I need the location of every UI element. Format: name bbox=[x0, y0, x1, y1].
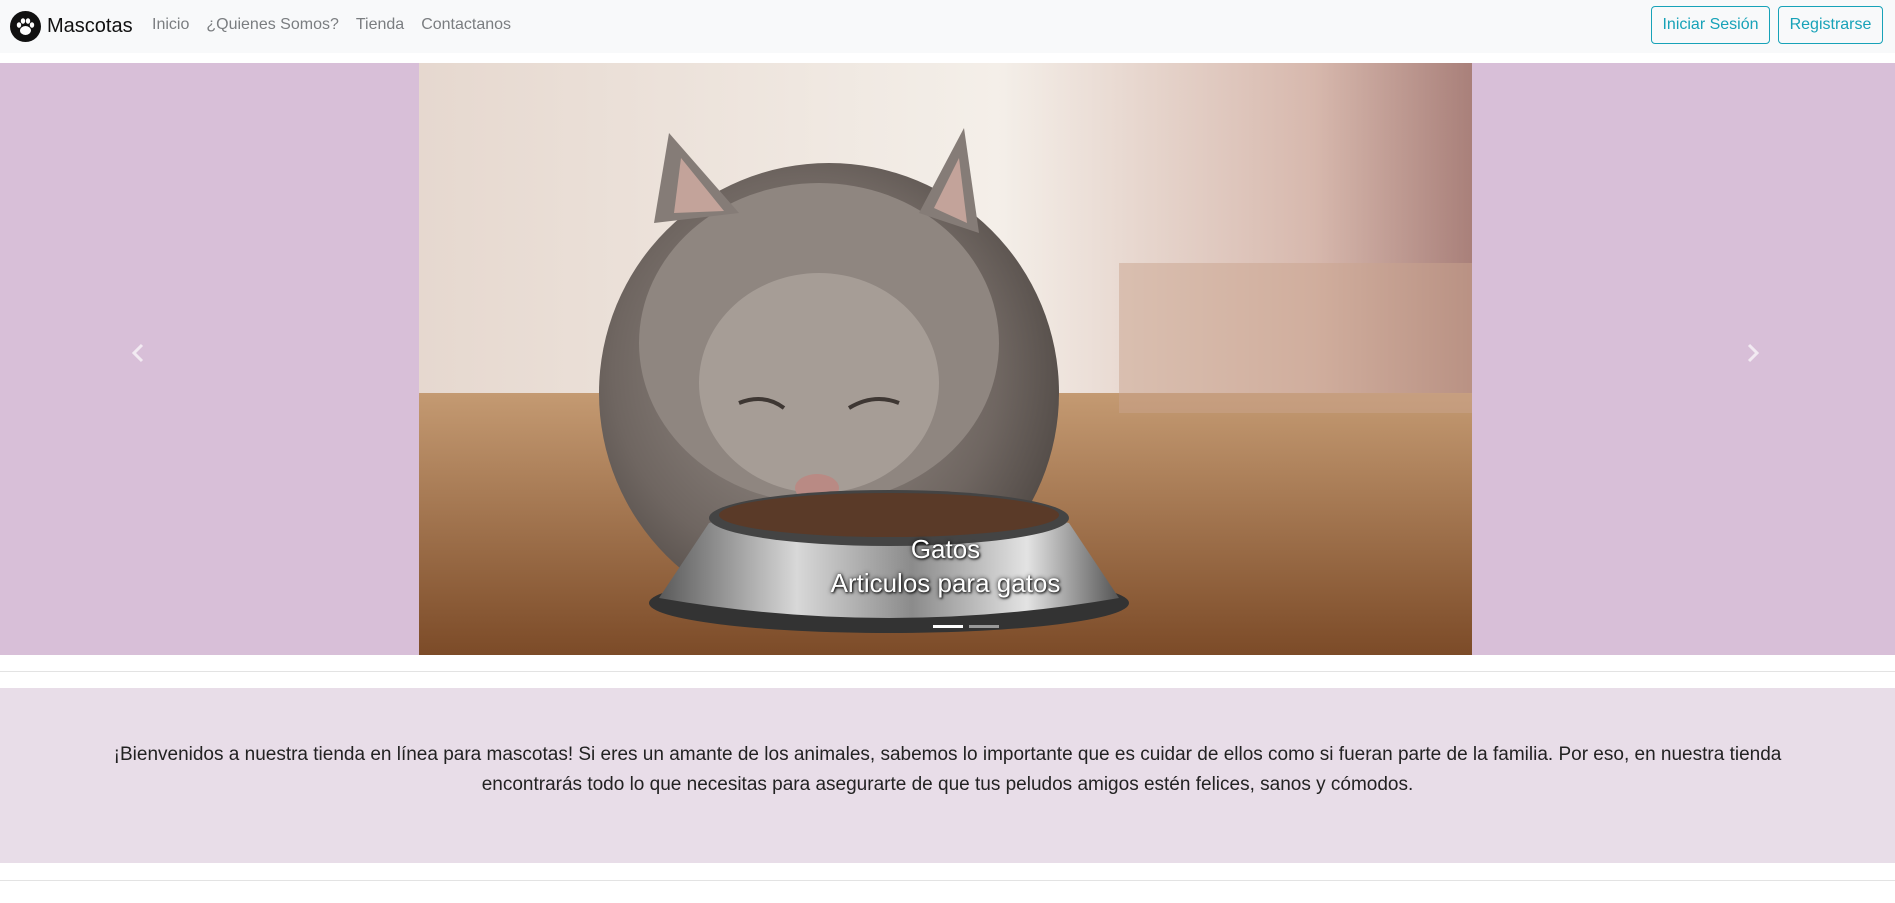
carousel: Gatos Articulos para gatos bbox=[0, 63, 1895, 655]
welcome-section: ¡Bienvenidos a nuestra tienda en línea p… bbox=[0, 688, 1895, 863]
login-button[interactable]: Iniciar Sesión bbox=[1651, 6, 1770, 44]
caption-title: Gatos bbox=[910, 534, 981, 564]
navbar: Mascotas Inicio ¿Quienes Somos? Tienda C… bbox=[0, 0, 1895, 53]
carousel-indicators bbox=[930, 625, 1002, 628]
chevron-left-icon bbox=[131, 343, 144, 363]
carousel-indicator-1[interactable] bbox=[933, 625, 963, 628]
divider bbox=[0, 671, 1895, 672]
caption-subtitle: Articulos para gatos bbox=[830, 568, 1061, 598]
carousel-next-button[interactable] bbox=[1741, 333, 1765, 373]
chevron-right-icon bbox=[1747, 343, 1760, 363]
nav-link-quienes-somos[interactable]: ¿Quienes Somos? bbox=[206, 16, 339, 34]
nav-link-contactanos[interactable]: Contactanos bbox=[421, 16, 511, 34]
nav-link-inicio[interactable]: Inicio bbox=[152, 16, 189, 34]
divider bbox=[0, 880, 1895, 881]
register-button[interactable]: Registrarse bbox=[1778, 6, 1883, 44]
brand-link[interactable]: Mascotas bbox=[10, 10, 133, 42]
paw-icon bbox=[10, 10, 41, 42]
carousel-prev-button[interactable] bbox=[126, 333, 150, 373]
welcome-text: ¡Bienvenidos a nuestra tienda en línea p… bbox=[113, 744, 1782, 795]
carousel-caption: Gatos Articulos para gatos bbox=[419, 532, 1472, 600]
carousel-indicator-2[interactable] bbox=[969, 625, 999, 628]
brand-name: Mascotas bbox=[47, 14, 133, 37]
nav-links: Inicio ¿Quienes Somos? Tienda Contactano… bbox=[152, 16, 528, 34]
nav-link-tienda[interactable]: Tienda bbox=[356, 16, 404, 34]
